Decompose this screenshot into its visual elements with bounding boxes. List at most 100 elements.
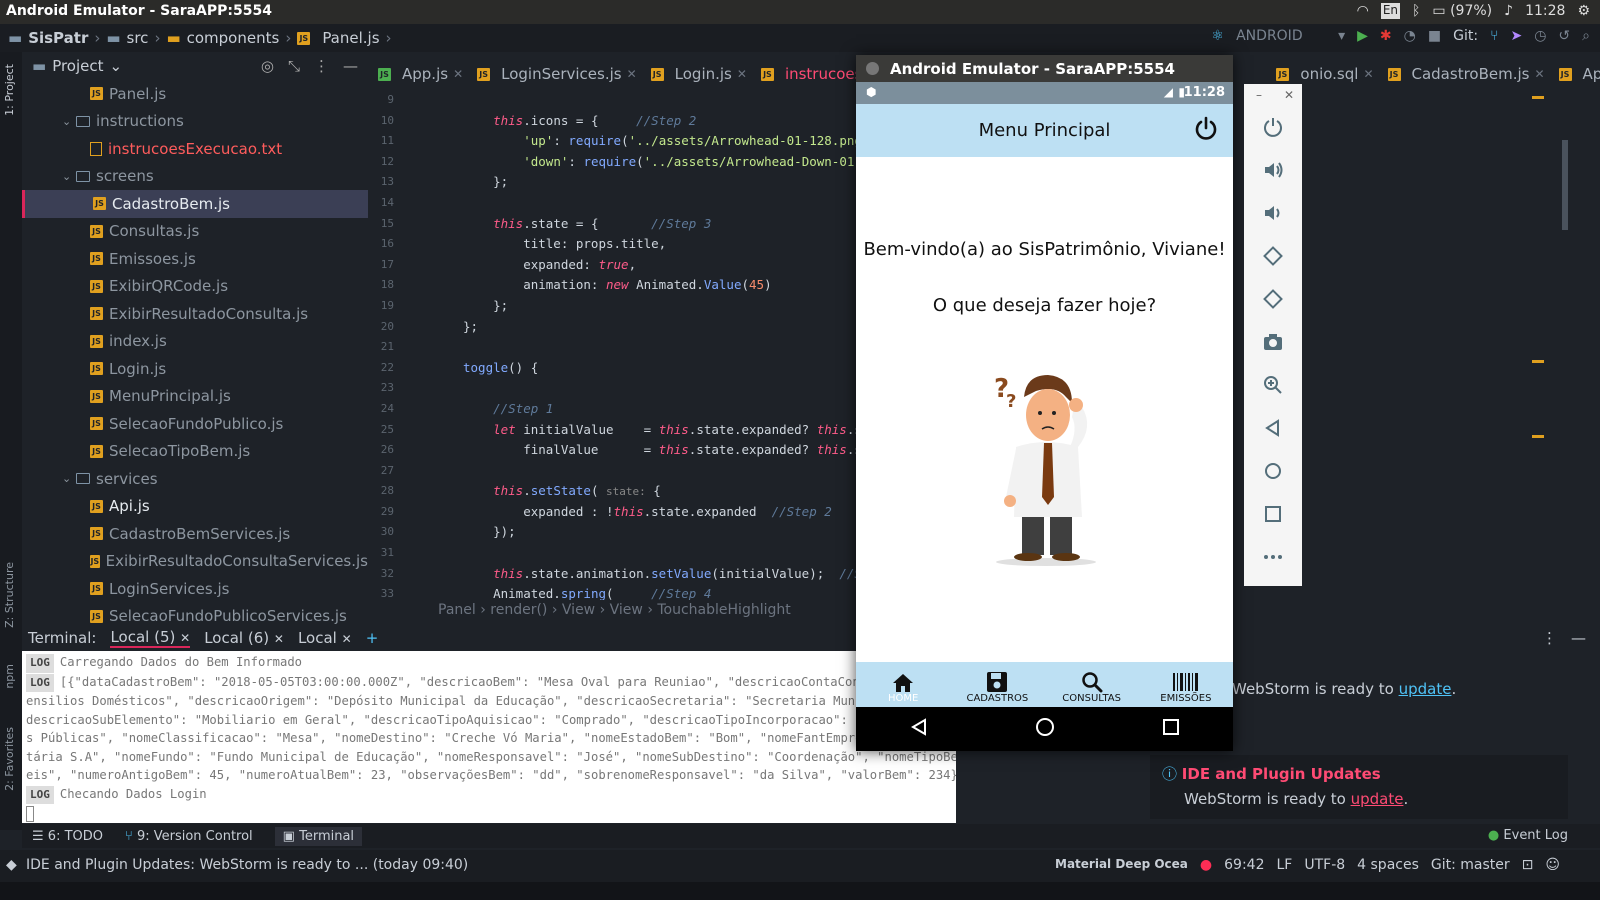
tool-tab-todo[interactable]: ☰ 6: TODO: [32, 829, 103, 844]
tree-folder[interactable]: ⌄ instructions: [22, 108, 368, 136]
close-icon[interactable]: ✕: [737, 67, 747, 81]
inspector-icon[interactable]: ☺: [1545, 857, 1560, 873]
line-number[interactable]: 21: [368, 340, 394, 353]
line-number[interactable]: 17: [368, 258, 394, 271]
tree-file[interactable]: JS ExibirResultadoConsulta.js: [22, 300, 368, 328]
home-circle-icon[interactable]: [1262, 460, 1284, 482]
editor-breadcrumb-item[interactable]: View: [562, 602, 595, 618]
close-icon[interactable]: ✕: [1363, 67, 1373, 81]
line-number[interactable]: 16: [368, 237, 394, 250]
editor-tab[interactable]: JS onio.sql ✕: [1276, 65, 1374, 83]
git-update-icon[interactable]: ⑂: [1490, 28, 1498, 44]
tab-favorites[interactable]: 2: Favorites: [3, 727, 16, 791]
volume-icon[interactable]: ♪: [1504, 3, 1513, 19]
run-icon[interactable]: ▶: [1357, 28, 1368, 44]
tree-file[interactable]: JS SelecaoTipoBem.js: [22, 438, 368, 466]
nav-consultas[interactable]: CONSULTAS: [1045, 662, 1139, 707]
close-icon[interactable]: ✕: [180, 631, 190, 645]
terminal-output[interactable]: LOG Carregando Dados do Bem Informado LOG […: [22, 651, 956, 823]
bluetooth-icon[interactable]: ᛒ: [1412, 3, 1420, 19]
tree-file[interactable]: JS ExibirResultadoConsultaServices.js: [22, 548, 368, 576]
terminal-tab-local-6[interactable]: Local (6) ✕: [204, 629, 284, 647]
nav-emissoes[interactable]: EMISSÕES: [1139, 662, 1233, 707]
recents-icon[interactable]: [1163, 719, 1180, 739]
more-options-icon[interactable]: [1262, 546, 1284, 568]
close-icon[interactable]: ✕: [627, 67, 637, 81]
tool-tab-terminal[interactable]: ▣ Terminal: [274, 826, 363, 846]
volume-up-icon[interactable]: [1262, 159, 1284, 181]
back-icon[interactable]: [1262, 417, 1284, 439]
editor-tab[interactable]: JS Login.js ✕: [650, 65, 747, 83]
line-number[interactable]: 24: [368, 402, 394, 415]
file-encoding[interactable]: UTF-8: [1304, 857, 1345, 873]
more-options-icon[interactable]: ⋮: [1542, 629, 1557, 647]
status-toggle-icon[interactable]: ◆: [6, 857, 17, 873]
chevron-down-icon[interactable]: ⌄: [62, 115, 76, 128]
line-number[interactable]: 9: [368, 93, 394, 106]
tree-file[interactable]: JS MenuPrincipal.js: [22, 383, 368, 411]
line-number[interactable]: 20: [368, 320, 394, 333]
git-revert-icon[interactable]: ↺: [1558, 28, 1570, 44]
project-view-select[interactable]: Project: [52, 57, 103, 75]
rotate-right-icon[interactable]: [1262, 288, 1284, 310]
rotate-left-icon[interactable]: [1262, 245, 1284, 267]
chevron-down-icon[interactable]: ⌄: [62, 472, 76, 485]
code-editor[interactable]: 9 10 this.icons = { //Step 2 11 'up': requ…: [368, 90, 856, 600]
terminal-cursor[interactable]: [26, 806, 34, 822]
update-link[interactable]: update: [1399, 680, 1452, 698]
emulator-title-bar[interactable]: Android Emulator - SaraAPP:5554: [856, 55, 1233, 82]
editor-tab[interactable]: JS CadastroBem.js ✕: [1387, 65, 1545, 83]
stop-icon[interactable]: ■: [1428, 28, 1441, 44]
theme-indicator[interactable]: Material Deep Ocea: [1055, 857, 1188, 873]
editor-breadcrumb-item[interactable]: View: [610, 602, 643, 618]
tree-folder[interactable]: ⌄ services: [22, 465, 368, 493]
tree-file[interactable]: JS CadastroBemServices.js: [22, 520, 368, 548]
caret-position[interactable]: 69:42: [1224, 857, 1264, 873]
editor-tab[interactable]: JS App.js ✕: [378, 65, 463, 83]
camera-icon[interactable]: [1262, 331, 1284, 353]
git-branch[interactable]: Git: master: [1431, 857, 1510, 873]
line-number[interactable]: 23: [368, 381, 394, 394]
tree-file[interactable]: JS index.js: [22, 328, 368, 356]
close-icon[interactable]: ✕: [1284, 88, 1294, 102]
terminal-tab-local-5[interactable]: Local (5) ✕: [110, 628, 191, 648]
chevron-down-icon[interactable]: ▾: [1338, 28, 1345, 44]
line-separator[interactable]: LF: [1276, 857, 1292, 873]
tree-file[interactable]: JS LoginServices.js: [22, 575, 368, 603]
debug-icon[interactable]: ✱: [1380, 28, 1392, 44]
line-number[interactable]: 32: [368, 567, 394, 580]
line-number[interactable]: 33: [368, 587, 394, 600]
editor-breadcrumb-item[interactable]: TouchableHighlight: [657, 602, 790, 618]
tab-structure[interactable]: Z: Structure: [3, 562, 16, 628]
tree-file[interactable]: JS CadastroBem.js: [22, 190, 368, 218]
chevron-down-icon[interactable]: ⌄: [110, 57, 123, 75]
tree-file[interactable]: JS SelecaoFundoPublico.js: [22, 410, 368, 438]
zoom-icon[interactable]: [1262, 374, 1284, 396]
editor-tab[interactable]: JSApi.j✕: [1558, 65, 1600, 83]
tree-file[interactable]: JS Login.js: [22, 355, 368, 383]
tab-npm[interactable]: npm: [3, 664, 16, 689]
editor-tab[interactable]: JS LoginServices.js ✕: [477, 65, 637, 83]
tree-folder[interactable]: ⌄ screens: [22, 163, 368, 191]
editor-breadcrumb-item[interactable]: Panel: [438, 602, 476, 618]
line-number[interactable]: 19: [368, 299, 394, 312]
close-icon[interactable]: ✕: [453, 67, 463, 81]
line-number[interactable]: 30: [368, 525, 394, 538]
breadcrumb-project[interactable]: SisPatr: [28, 29, 88, 47]
hide-icon[interactable]: —: [1571, 629, 1586, 647]
tab-project[interactable]: 1: Project: [3, 64, 16, 116]
coverage-icon[interactable]: ◔: [1404, 28, 1416, 44]
line-number[interactable]: 22: [368, 361, 394, 374]
run-config-select[interactable]: ANDROID: [1236, 28, 1326, 44]
line-number[interactable]: 10: [368, 114, 394, 127]
tree-file[interactable]: JS Api.js: [22, 493, 368, 521]
home-circle-icon[interactable]: [1035, 717, 1055, 741]
locate-icon[interactable]: ◎: [261, 57, 274, 75]
more-options-icon[interactable]: ⋮: [314, 57, 329, 75]
git-history-icon[interactable]: ◷: [1534, 28, 1546, 44]
overview-icon[interactable]: [1262, 503, 1284, 525]
event-log-button[interactable]: ● Event Log: [1488, 828, 1568, 843]
line-number[interactable]: 29: [368, 505, 394, 518]
indent-setting[interactable]: 4 spaces: [1357, 857, 1419, 873]
tree-file[interactable]: JS ExibirQRCode.js: [22, 273, 368, 301]
